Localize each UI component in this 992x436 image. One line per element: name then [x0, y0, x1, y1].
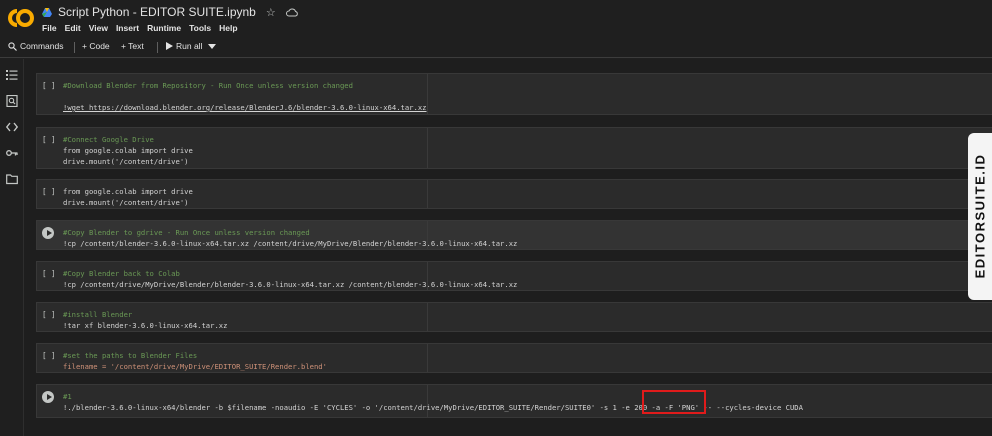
files-icon[interactable] — [6, 173, 18, 185]
cell-code[interactable]: #Connect Google Drive from google.colab … — [63, 134, 193, 167]
line-length-ruler — [427, 303, 428, 331]
menu-help[interactable]: Help — [219, 23, 237, 33]
secrets-key-icon[interactable] — [6, 147, 18, 159]
find-icon[interactable] — [6, 95, 18, 107]
code-cell[interactable]: [ ] #Copy Blender back to Colab !cp /con… — [36, 261, 992, 291]
menu-insert[interactable]: Insert — [116, 23, 139, 33]
search-icon — [8, 41, 17, 51]
code-snippets-icon[interactable] — [6, 121, 18, 133]
cloud-icon[interactable] — [285, 8, 298, 17]
notebook-area: [ ] #Download Blender from Repository - … — [24, 59, 992, 436]
chevron-down-icon[interactable] — [208, 43, 217, 49]
code-cell[interactable]: #Copy Blender to gdrive - Run Once unles… — [36, 220, 992, 250]
watermark-tab: EDITORSUITE.ID — [968, 133, 992, 300]
code-line: #1 — [63, 392, 72, 401]
cell-code[interactable]: #Copy Blender back to Colab !cp /content… — [63, 268, 517, 290]
run-all-button[interactable]: Run all — [166, 41, 217, 51]
code-cell[interactable]: [ ] #set the paths to Blender Files file… — [36, 343, 992, 373]
code-line: #Download Blender from Repository - Run … — [63, 81, 353, 90]
line-length-ruler — [427, 344, 428, 372]
code-line: !cp /content/blender-3.6.0-linux-x64.tar… — [63, 239, 518, 248]
cell-code[interactable]: #Copy Blender to gdrive - Run Once unles… — [63, 227, 517, 249]
drive-icon — [42, 7, 52, 17]
red-highlight-box — [642, 390, 706, 414]
code-cell[interactable]: [ ] from google.colab import drive drive… — [36, 179, 992, 209]
add-code-button[interactable]: + Code — [82, 41, 110, 51]
code-cell[interactable]: [ ] #Connect Google Drive from google.co… — [36, 127, 992, 169]
run-all-label: Run all — [176, 41, 203, 51]
run-cell-button[interactable] — [42, 227, 54, 239]
code-line: #Copy Blender to gdrive - Run Once unles… — [63, 228, 310, 237]
commands-label: Commands — [20, 41, 64, 51]
run-cell-button[interactable] — [42, 391, 54, 403]
menu-tools[interactable]: Tools — [189, 23, 211, 33]
cell-run-bracket[interactable]: [ ] — [42, 135, 56, 144]
code-line: #install Blender — [63, 310, 133, 319]
play-icon — [166, 42, 173, 50]
code-line: !tar xf blender-3.6.0-linux-x64.tar.xz — [63, 321, 228, 330]
code-line: !cp /content/drive/MyDrive/Blender/blend… — [63, 280, 518, 289]
code-line: from google.colab import drive — [63, 187, 193, 196]
add-code-label: + Code — [82, 41, 110, 51]
cell-run-bracket[interactable]: [ ] — [42, 310, 56, 319]
line-length-ruler — [427, 74, 428, 114]
add-text-button[interactable]: + Text — [121, 41, 144, 51]
code-cell[interactable]: #1 !./blender-3.6.0-linux-x64/blender -b… — [36, 384, 992, 418]
title-row: Script Python - EDITOR SUITE.ipynb ☆ — [42, 5, 298, 19]
code-line: from google.colab import drive — [63, 146, 193, 155]
menu-bar: File Edit View Insert Runtime Tools Help — [42, 23, 238, 33]
code-line: drive.mount('/content/drive') — [63, 157, 189, 166]
code-line: #Connect Google Drive — [63, 135, 154, 144]
cell-code[interactable]: #set the paths to Blender Files filename… — [63, 350, 327, 372]
code-line: #Copy Blender back to Colab — [63, 269, 180, 278]
code-line: filename = '/content/drive/MyDrive/EDITO… — [63, 362, 327, 371]
menu-runtime[interactable]: Runtime — [147, 23, 181, 33]
menu-view[interactable]: View — [89, 23, 108, 33]
code-line: #set the paths to Blender Files — [63, 351, 198, 360]
code-line: !wget https://download.blender.org/relea… — [63, 103, 427, 112]
cell-code[interactable]: from google.colab import drive drive.mou… — [63, 186, 193, 208]
menu-file[interactable]: File — [42, 23, 57, 33]
cell-run-bracket[interactable]: [ ] — [42, 81, 56, 90]
left-sidebar — [0, 59, 24, 436]
line-length-ruler — [427, 180, 428, 208]
document-title[interactable]: Script Python - EDITOR SUITE.ipynb — [58, 5, 256, 19]
cell-run-bracket[interactable]: [ ] — [42, 187, 56, 196]
line-length-ruler — [427, 128, 428, 168]
watermark-text: EDITORSUITE.ID — [972, 153, 988, 279]
toolbar: Commands + Code + Text Run all — [0, 36, 992, 58]
menu-edit[interactable]: Edit — [65, 23, 81, 33]
code-line: drive.mount('/content/drive') — [63, 198, 189, 207]
cell-run-bracket[interactable]: [ ] — [42, 269, 56, 278]
toc-icon[interactable] — [6, 69, 18, 81]
star-icon[interactable]: ☆ — [266, 6, 276, 19]
toolbar-divider — [74, 42, 75, 53]
code-cell[interactable]: [ ] #install Blender !tar xf blender-3.6… — [36, 302, 992, 332]
cell-code[interactable]: #Download Blender from Repository - Run … — [63, 80, 427, 113]
add-text-label: + Text — [121, 41, 144, 51]
toolbar-divider — [157, 42, 158, 53]
commands-button[interactable]: Commands — [8, 41, 63, 51]
cell-run-bracket[interactable]: [ ] — [42, 351, 56, 360]
cell-code[interactable]: #install Blender !tar xf blender-3.6.0-l… — [63, 309, 227, 331]
colab-logo[interactable] — [8, 7, 34, 29]
code-cell[interactable]: [ ] #Download Blender from Repository - … — [36, 73, 992, 115]
top-bar: Script Python - EDITOR SUITE.ipynb ☆ Fil… — [0, 0, 992, 36]
